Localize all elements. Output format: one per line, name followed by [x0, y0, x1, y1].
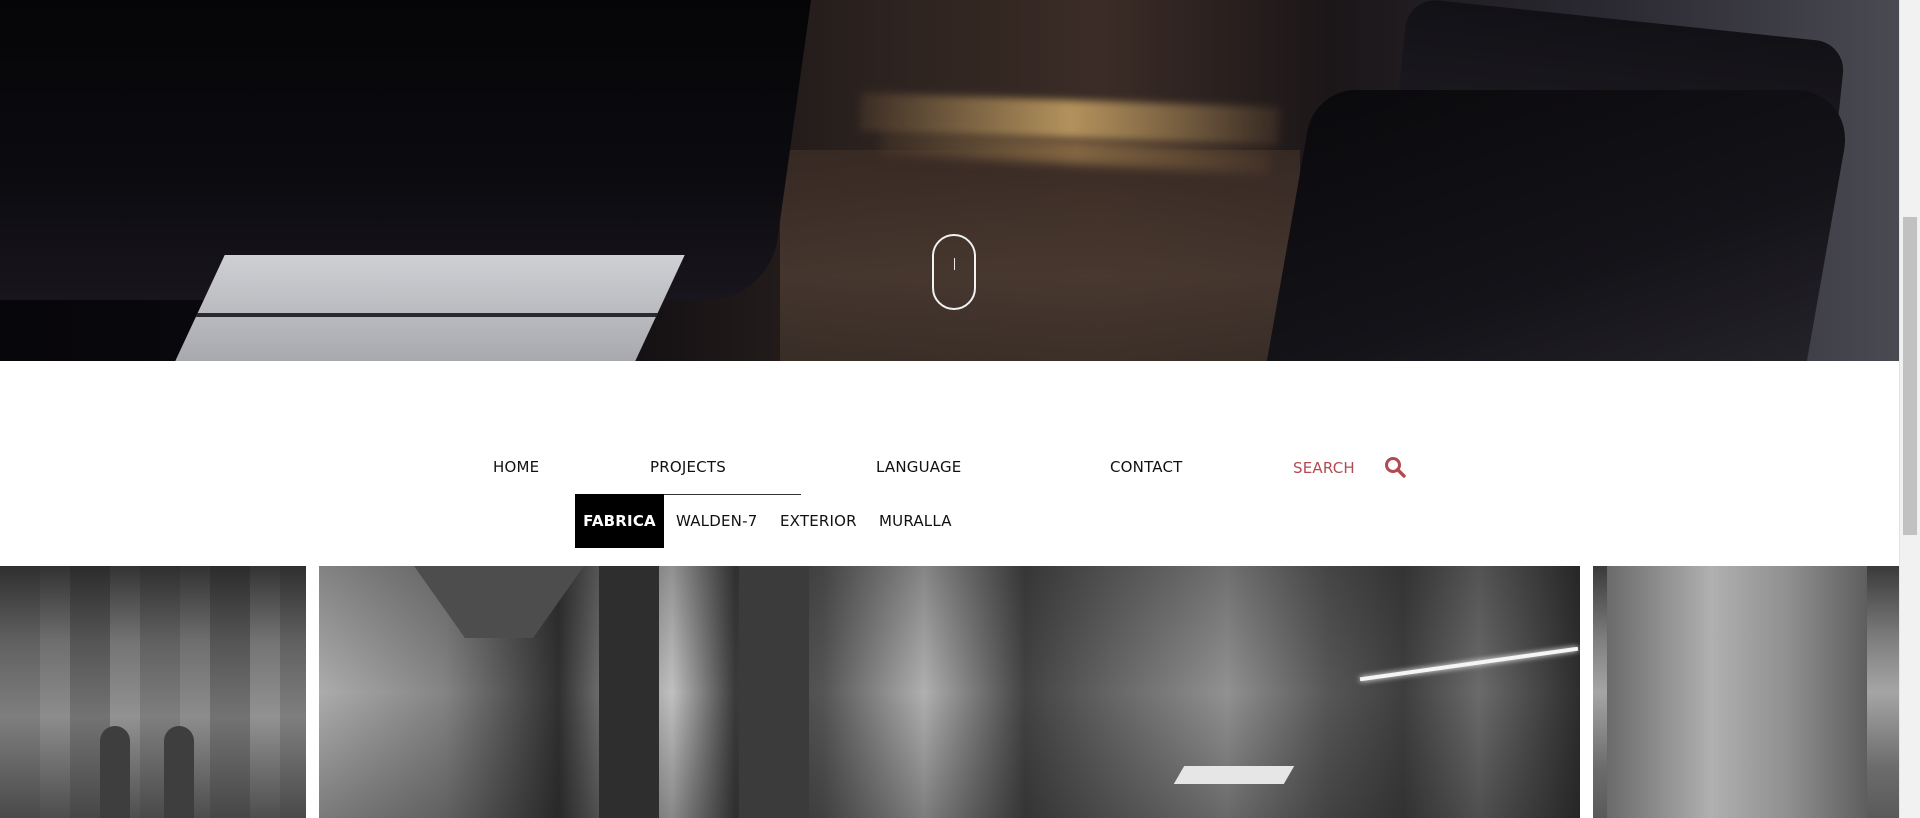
gallery-pillar: [599, 566, 659, 818]
nav-language[interactable]: LANGUAGE: [876, 458, 961, 476]
scroll-mouse-icon[interactable]: [932, 234, 976, 310]
subnav-fabrica[interactable]: FABRICA: [575, 494, 664, 548]
scroll-wheel: [954, 258, 955, 270]
hero-image: [0, 0, 1899, 361]
gallery-image-next[interactable]: [1593, 566, 1899, 818]
gallery-lights: [1359, 646, 1579, 682]
search-icon[interactable]: [1384, 456, 1406, 478]
gallery-image-current[interactable]: [319, 566, 1580, 818]
gallery-table: [1173, 766, 1295, 784]
page-scrollbar[interactable]: [1899, 0, 1920, 818]
nav-contact[interactable]: CONTACT: [1110, 458, 1183, 476]
gallery-image-previous[interactable]: [0, 566, 306, 818]
gallery-hopper: [414, 566, 584, 638]
gallery-pillar: [739, 566, 809, 818]
gallery-column: [1607, 566, 1867, 818]
scrollbar-thumb[interactable]: [1903, 217, 1917, 535]
subnav-muralla[interactable]: MURALLA: [879, 494, 952, 548]
hero-piano-keys: [175, 255, 685, 361]
hero-floor: [780, 150, 1300, 361]
search-label[interactable]: SEARCH: [1293, 459, 1355, 477]
subnav-exterior[interactable]: EXTERIOR: [780, 494, 857, 548]
subnav-walden-7[interactable]: WALDEN-7: [676, 494, 757, 548]
hero-chair: [1265, 90, 1855, 361]
nav-projects[interactable]: PROJECTS: [650, 458, 726, 476]
nav-home[interactable]: HOME: [493, 458, 539, 476]
gallery-arch: [100, 726, 130, 818]
